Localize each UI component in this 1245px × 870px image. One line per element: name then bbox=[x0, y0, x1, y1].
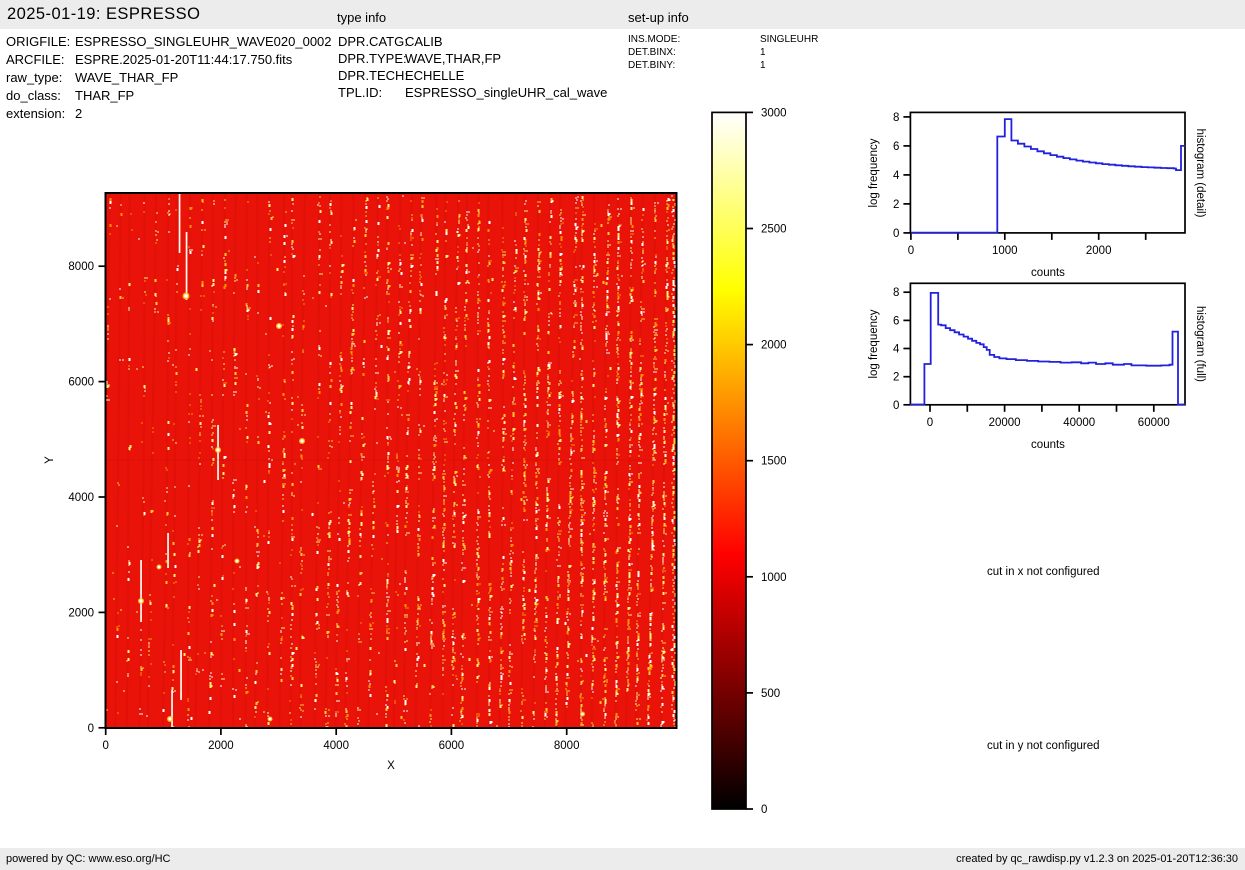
svg-text:4000: 4000 bbox=[323, 740, 349, 752]
svg-text:8: 8 bbox=[893, 112, 899, 124]
svg-text:2: 2 bbox=[893, 372, 899, 384]
svg-text:2000: 2000 bbox=[68, 607, 94, 619]
svg-text:0: 0 bbox=[908, 245, 914, 257]
svg-text:8: 8 bbox=[893, 287, 899, 299]
svg-text:40000: 40000 bbox=[1063, 417, 1095, 429]
svg-text:histogram (full): histogram (full) bbox=[1194, 306, 1206, 382]
svg-text:6: 6 bbox=[893, 141, 899, 153]
svg-text:4000: 4000 bbox=[68, 492, 94, 504]
svg-text:0: 0 bbox=[893, 228, 899, 240]
svg-text:3000: 3000 bbox=[761, 107, 787, 119]
svg-text:20000: 20000 bbox=[989, 417, 1021, 429]
svg-text:1000: 1000 bbox=[992, 245, 1018, 257]
svg-text:0: 0 bbox=[927, 417, 933, 429]
svg-text:4: 4 bbox=[893, 344, 900, 356]
svg-text:2000: 2000 bbox=[208, 740, 234, 752]
svg-text:4: 4 bbox=[893, 170, 900, 182]
svg-text:60000: 60000 bbox=[1138, 417, 1170, 429]
svg-text:log frequency: log frequency bbox=[868, 138, 880, 207]
svg-text:0: 0 bbox=[893, 400, 899, 412]
svg-text:histogram (detail): histogram (detail) bbox=[1194, 129, 1206, 218]
svg-text:Y: Y bbox=[44, 456, 56, 464]
svg-text:0: 0 bbox=[761, 804, 767, 816]
svg-text:8000: 8000 bbox=[68, 261, 94, 273]
svg-text:1500: 1500 bbox=[761, 456, 787, 468]
svg-text:6: 6 bbox=[893, 315, 899, 327]
svg-text:2000: 2000 bbox=[761, 340, 787, 352]
svg-text:log frequency: log frequency bbox=[868, 309, 880, 378]
svg-text:8000: 8000 bbox=[554, 740, 580, 752]
svg-text:500: 500 bbox=[761, 688, 780, 700]
svg-text:1000: 1000 bbox=[761, 572, 787, 584]
svg-text:2000: 2000 bbox=[1086, 245, 1112, 257]
svg-text:X: X bbox=[387, 760, 395, 772]
svg-text:0: 0 bbox=[102, 740, 108, 752]
svg-text:6000: 6000 bbox=[439, 740, 465, 752]
svg-text:6000: 6000 bbox=[68, 377, 94, 389]
svg-text:2500: 2500 bbox=[761, 224, 787, 236]
svg-text:0: 0 bbox=[88, 723, 94, 735]
svg-text:2: 2 bbox=[893, 199, 899, 211]
svg-text:counts: counts bbox=[1031, 439, 1065, 451]
